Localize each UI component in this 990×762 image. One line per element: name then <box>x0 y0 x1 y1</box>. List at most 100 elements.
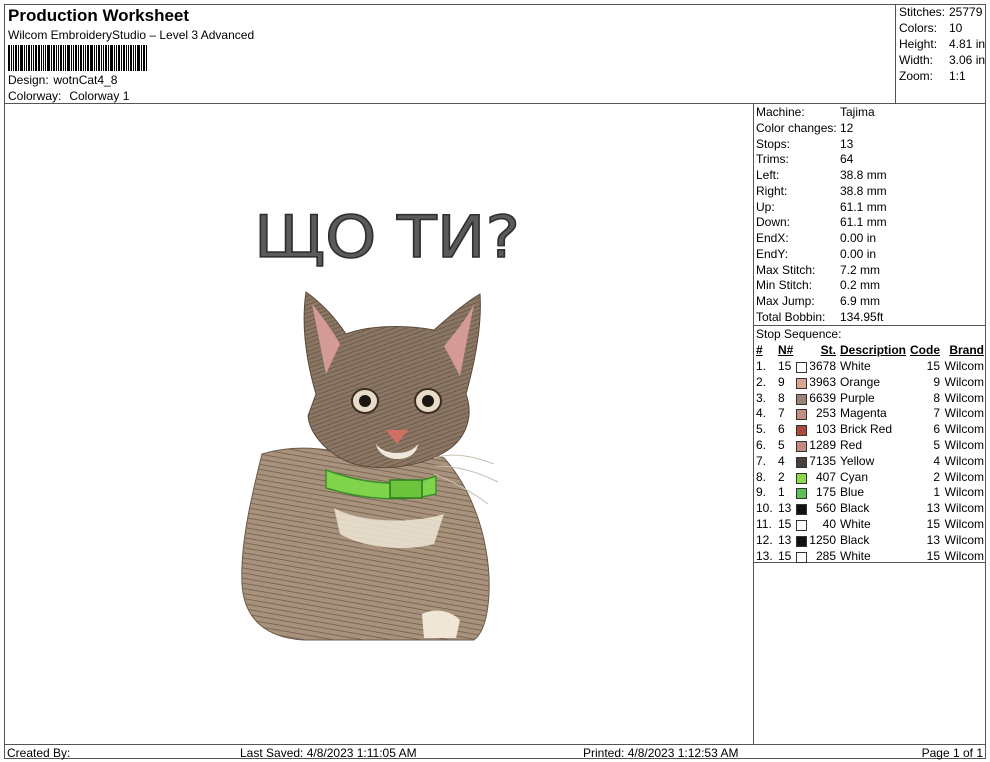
needle-number: 9 <box>778 374 785 389</box>
stop-index: 12. <box>756 532 773 547</box>
machine-info-row: Down: 61.1 mm <box>756 215 887 229</box>
stitch-count: 407 <box>815 469 836 484</box>
summary-box: Stitches: 25779 Colors: 10 Height: 4.81 in … <box>896 4 986 104</box>
color-description: Magenta <box>840 406 887 421</box>
design-label: Design: <box>8 73 49 87</box>
needle-number: 15 <box>778 548 792 563</box>
color-code: 2 <box>933 469 940 484</box>
colorway-name: Colorway 1 <box>69 89 130 103</box>
summary-row: Colors: 10 <box>899 21 963 35</box>
color-swatch <box>796 377 807 389</box>
design-preview: ЩО ТИ? <box>4 104 754 744</box>
color-swatch <box>796 441 807 452</box>
machine-info-row: Right: 38.8 mm <box>756 184 887 198</box>
stop-index: 7. <box>756 453 767 468</box>
needle-number: 8 <box>778 390 785 405</box>
stop-index: 3. <box>756 390 767 405</box>
color-description: Black <box>840 501 870 516</box>
color-description: White <box>840 548 871 563</box>
stop-index: 4. <box>756 406 767 421</box>
design-row: Design: wotnCat4_8 <box>8 73 117 87</box>
worksheet-header: Production Worksheet Wilcom EmbroiderySt… <box>4 4 896 104</box>
barcode <box>8 45 162 71</box>
machine-panel: Machine: Tajima Color changes: 12 Stops: 13… <box>754 104 986 744</box>
color-description: Orange <box>840 374 881 389</box>
machine-info-row: Max Stitch: 7.2 mm <box>756 263 881 277</box>
last-saved: Last Saved: 4/8/2023 1:11:05 AM <box>240 746 417 760</box>
worksheet-footer: Created By: Last Saved: 4/8/2023 1:11:05… <box>4 744 986 760</box>
design-name: wotnCat4_8 <box>53 73 118 87</box>
color-code: 8 <box>933 390 940 405</box>
color-code: 15 <box>926 548 940 563</box>
color-description: Red <box>840 438 863 452</box>
thread-brand: Wilcom <box>944 548 984 563</box>
color-description: Purple <box>840 390 875 405</box>
color-code: 4 <box>933 453 940 468</box>
stitch-count: 1289 <box>809 438 836 452</box>
color-swatch <box>796 535 807 547</box>
thread-brand: Wilcom <box>944 438 984 452</box>
stitch-count: 285 <box>815 548 836 563</box>
needle-number: 15 <box>778 517 792 531</box>
design-caption-text: ЩО ТИ? <box>254 203 520 271</box>
thread-brand: Wilcom <box>944 374 984 389</box>
color-code: 1 <box>933 485 940 500</box>
color-code: 15 <box>926 359 940 373</box>
color-code: 13 <box>926 501 940 516</box>
color-code: 7 <box>933 406 940 421</box>
printed-date: Printed: 4/8/2023 1:12:53 AM <box>583 746 739 760</box>
stitch-count: 103 <box>815 422 836 437</box>
stop-index: 8. <box>756 469 767 484</box>
summary-row: Height: 4.81 in <box>899 37 986 51</box>
thread-brand: Wilcom <box>944 501 984 516</box>
needle-number: 7 <box>778 406 785 421</box>
color-description: Yellow <box>840 453 875 468</box>
stitch-count: 7135 <box>809 453 836 468</box>
stop-index: 6. <box>756 438 767 452</box>
machine-info-row: Min Stitch: 0.2 mm <box>756 278 881 292</box>
colorway-row: Colorway: Colorway 1 <box>8 89 129 103</box>
summary-row: Width: 3.06 in <box>899 53 986 67</box>
color-swatch <box>796 456 807 468</box>
needle-number: 15 <box>778 359 792 373</box>
needle-number: 13 <box>778 532 792 547</box>
stitch-count: 3678 <box>809 359 836 373</box>
stop-sequence-table: Stop Sequence: # N# St. Description Code… <box>754 325 986 563</box>
needle-number: 2 <box>778 469 785 484</box>
color-description: White <box>840 517 871 531</box>
color-swatch <box>796 551 807 563</box>
software-subtitle: Wilcom EmbroideryStudio – Level 3 Advanc… <box>8 28 255 42</box>
needle-number: 4 <box>778 453 785 468</box>
header-code: Code <box>910 343 940 357</box>
color-code: 9 <box>933 374 940 389</box>
thread-brand: Wilcom <box>944 453 984 468</box>
machine-info-row: Left: 38.8 mm <box>756 168 887 182</box>
colorway-label: Colorway: <box>8 89 62 103</box>
stop-index: 1. <box>756 359 767 373</box>
stop-index: 11. <box>756 517 772 531</box>
stop-index: 5. <box>756 422 767 437</box>
thread-brand: Wilcom <box>944 359 984 373</box>
color-code: 5 <box>933 438 940 452</box>
stitch-count: 560 <box>815 501 836 516</box>
color-swatch <box>796 425 807 437</box>
stitch-count: 6639 <box>809 390 836 405</box>
machine-info-row: Up: 61.1 mm <box>756 200 887 214</box>
stitch-count: 253 <box>815 406 836 421</box>
header-index: # <box>756 343 763 357</box>
header-brand: Brand <box>949 343 984 357</box>
machine-info-row: EndX: 0.00 in <box>756 231 877 245</box>
thread-brand: Wilcom <box>944 422 984 437</box>
stop-index: 10. <box>756 501 773 516</box>
header-needle: N# <box>778 343 794 357</box>
color-swatch <box>796 520 807 531</box>
summary-row: Zoom: 1:1 <box>899 69 966 83</box>
thread-brand: Wilcom <box>944 532 984 547</box>
color-code: 13 <box>926 532 940 547</box>
stitch-count: 3963 <box>809 374 836 389</box>
color-description: White <box>840 359 871 373</box>
machine-info-row: Total Bobbin: 134.95ft <box>756 310 884 324</box>
cat-embroidery <box>241 291 499 641</box>
machine-info-row: Machine: Tajima <box>756 105 875 119</box>
thread-brand: Wilcom <box>944 406 984 421</box>
